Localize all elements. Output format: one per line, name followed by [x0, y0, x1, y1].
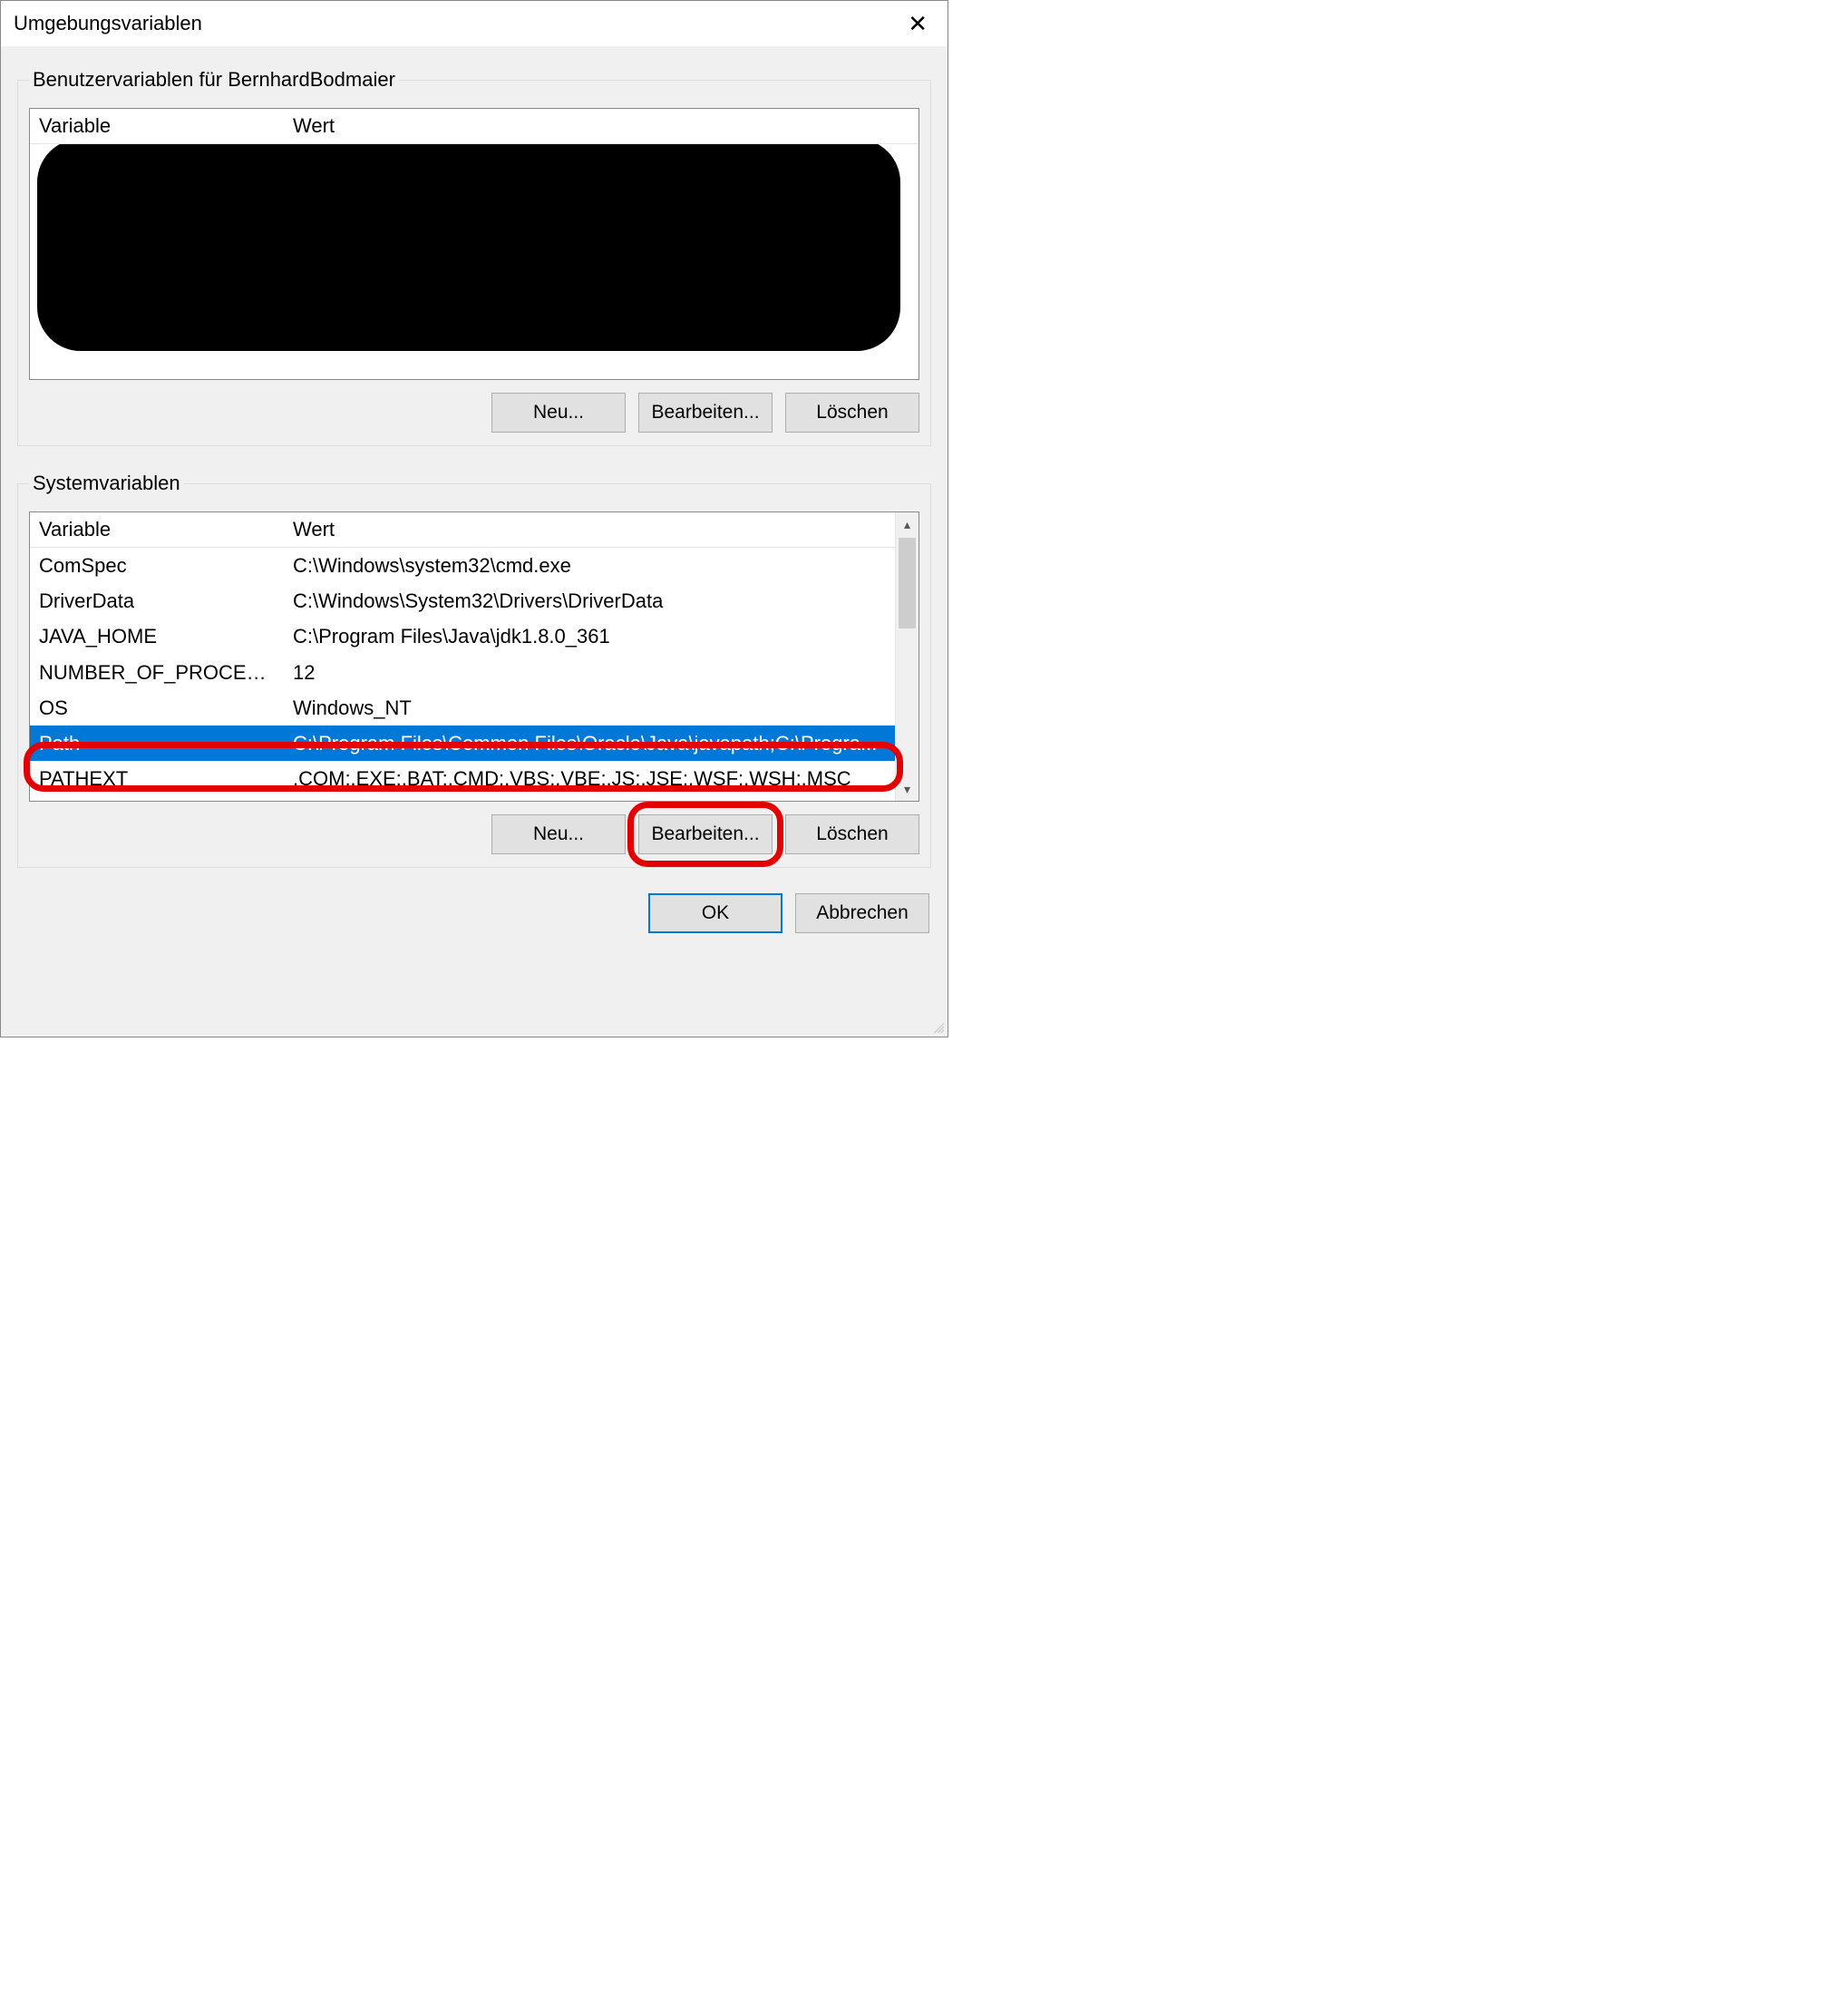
- table-row[interactable]: DriverDataC:\Windows\System32\Drivers\Dr…: [30, 583, 895, 618]
- cell-value: C:\Windows\System32\Drivers\DriverData: [284, 583, 895, 618]
- cell-variable: PROCESSOR_ARCHITECTURE: [30, 796, 284, 801]
- close-icon[interactable]: ✕: [900, 8, 935, 39]
- system-vars-body: ComSpecC:\Windows\system32\cmd.exeDriver…: [30, 548, 895, 801]
- system-vars-listview[interactable]: Variable Wert ComSpecC:\Windows\system32…: [29, 511, 919, 802]
- cell-value: AMD64: [284, 796, 895, 801]
- cell-value: C:\Program Files\Java\jdk1.8.0_361: [284, 618, 895, 654]
- column-header-variable[interactable]: Variable: [30, 512, 284, 547]
- scroll-up-icon[interactable]: ▴: [896, 512, 918, 536]
- user-vars-buttons: Neu... Bearbeiten... Löschen: [29, 393, 919, 433]
- cell-value: .COM;.EXE;.BAT;.CMD;.VBS;.VBE;.JS;.JSE;.…: [284, 761, 895, 796]
- cell-variable: PATHEXT: [30, 761, 284, 796]
- table-row[interactable]: PATHEXT.COM;.EXE;.BAT;.CMD;.VBS;.VBE;.JS…: [30, 761, 895, 796]
- user-edit-button[interactable]: Bearbeiten...: [638, 393, 773, 433]
- table-row[interactable]: ComSpecC:\Windows\system32\cmd.exe: [30, 548, 895, 583]
- resize-grip-icon[interactable]: [931, 1020, 944, 1033]
- user-vars-legend: Benutzervariablen für BernhardBodmaier: [29, 68, 399, 92]
- column-header-value[interactable]: Wert: [284, 512, 895, 547]
- cell-value: 12: [284, 655, 895, 690]
- system-new-button[interactable]: Neu...: [491, 814, 626, 854]
- system-edit-button[interactable]: Bearbeiten...: [638, 814, 773, 854]
- user-vars-body: [30, 144, 918, 378]
- redacted-block: [37, 144, 900, 351]
- ok-button[interactable]: OK: [648, 893, 782, 933]
- scrollbar[interactable]: ▴ ▾: [895, 512, 918, 801]
- table-row[interactable]: PROCESSOR_ARCHITECTUREAMD64: [30, 796, 895, 801]
- scroll-thumb[interactable]: [899, 538, 916, 628]
- cell-variable: Path: [30, 726, 284, 761]
- cell-value: C:\Windows\system32\cmd.exe: [284, 548, 895, 583]
- window-title: Umgebungsvariablen: [14, 12, 202, 35]
- cell-variable: JAVA_HOME: [30, 618, 284, 654]
- cell-value: C:\Program Files\Common Files\Oracle\Jav…: [284, 726, 895, 761]
- cell-variable: NUMBER_OF_PROCESSORS: [30, 655, 284, 690]
- user-vars-header: Variable Wert: [30, 109, 918, 144]
- system-vars-header: Variable Wert: [30, 512, 895, 548]
- dialog-footer-buttons: OK Abbrechen: [17, 893, 931, 937]
- column-header-value[interactable]: Wert: [284, 109, 918, 143]
- cell-variable: OS: [30, 690, 284, 726]
- cancel-button[interactable]: Abbrechen: [795, 893, 929, 933]
- titlebar: Umgebungsvariablen ✕: [1, 1, 948, 46]
- cell-variable: DriverData: [30, 583, 284, 618]
- system-vars-legend: Systemvariablen: [29, 472, 184, 495]
- system-vars-buttons: Neu... Bearbeiten... Löschen: [29, 814, 919, 854]
- env-vars-dialog: Umgebungsvariablen ✕ Benutzervariablen f…: [0, 0, 948, 1037]
- user-delete-button[interactable]: Löschen: [785, 393, 919, 433]
- system-vars-group: Systemvariablen Variable Wert ComSpecC:\…: [17, 472, 931, 868]
- table-row[interactable]: PathC:\Program Files\Common Files\Oracle…: [30, 726, 895, 761]
- table-row[interactable]: NUMBER_OF_PROCESSORS12: [30, 655, 895, 690]
- cell-value: Windows_NT: [284, 690, 895, 726]
- system-delete-button[interactable]: Löschen: [785, 814, 919, 854]
- table-row[interactable]: OSWindows_NT: [30, 690, 895, 726]
- column-header-variable[interactable]: Variable: [30, 109, 284, 143]
- user-vars-listview[interactable]: Variable Wert: [29, 108, 919, 380]
- user-new-button[interactable]: Neu...: [491, 393, 626, 433]
- table-row[interactable]: JAVA_HOMEC:\Program Files\Java\jdk1.8.0_…: [30, 618, 895, 654]
- client-area: Benutzervariablen für BernhardBodmaier V…: [1, 46, 948, 1037]
- cell-variable: ComSpec: [30, 548, 284, 583]
- scroll-down-icon[interactable]: ▾: [896, 777, 918, 801]
- user-vars-group: Benutzervariablen für BernhardBodmaier V…: [17, 68, 931, 446]
